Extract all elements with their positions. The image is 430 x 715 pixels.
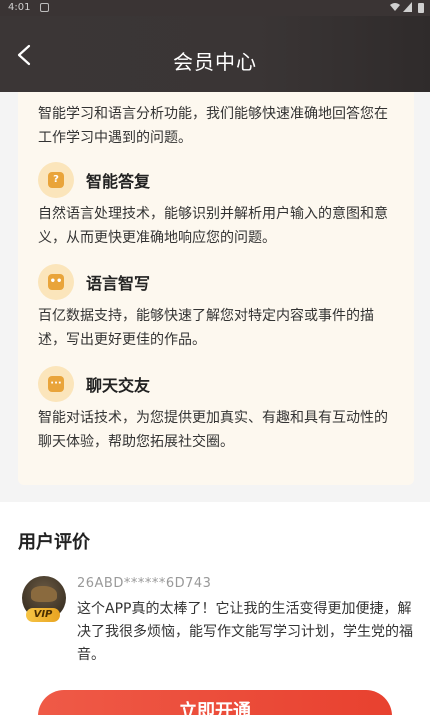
- status-time: 4:01: [8, 2, 31, 13]
- status-bar: 4:01: [0, 0, 430, 16]
- review-text: 这个APP真的太棒了！它让我的生活变得更加便捷，解决了我很多烦恼，能写作文能写学…: [77, 601, 413, 663]
- notification-icon: [40, 3, 49, 12]
- feature-item-smart-reply: ? 智能答复: [38, 162, 150, 198]
- feature-title: 语言智写: [86, 274, 151, 293]
- signal-icon: [403, 2, 412, 12]
- feature-intro-desc: 智能学习和语言分析功能，我们能够快速准确地回答您在工作学习中遇到的问题。: [38, 106, 388, 146]
- vip-badge: VIP: [26, 608, 60, 622]
- reviews-heading: 用户评价: [18, 532, 90, 553]
- robot-face-icon: ••: [38, 264, 74, 300]
- page-title: 会员中心: [173, 50, 257, 74]
- feature-title: 智能答复: [86, 172, 151, 191]
- activate-now-button[interactable]: 立即开通: [38, 690, 392, 715]
- feature-item-smart-writing: •• 语言智写: [38, 264, 150, 300]
- chat-bubble-icon: ···: [38, 366, 74, 402]
- feature-title: 聊天交友: [86, 376, 151, 395]
- feature-item-chat-friends: ··· 聊天交友: [38, 366, 150, 402]
- question-bubble-icon: ?: [38, 162, 74, 198]
- wifi-icon: [390, 3, 400, 11]
- header-bar: 会员中心: [0, 16, 430, 92]
- review-username: 26ABD******6D743: [77, 576, 212, 591]
- battery-icon: [418, 3, 424, 13]
- user-reviews-section: 用户评价 VIP 26ABD******6D743 这个APP真的太棒了！它让我…: [0, 502, 430, 715]
- features-card: 智能学习和语言分析功能，我们能够快速准确地回答您在工作学习中遇到的问题。 ? 智…: [18, 92, 414, 485]
- horse-image: [31, 586, 57, 602]
- feature-desc: 智能对话技术，为您提供更加真实、有趣和具有互动性的聊天体验，帮助您拓展社交圈。: [38, 410, 388, 450]
- feature-desc: 自然语言处理技术，能够识别并解析用户输入的意图和意义，从而更快更准确地响应您的问…: [38, 206, 388, 246]
- feature-desc: 百亿数据支持，能够快速了解您对特定内容或事件的描述，写出更好更佳的作品。: [38, 308, 374, 348]
